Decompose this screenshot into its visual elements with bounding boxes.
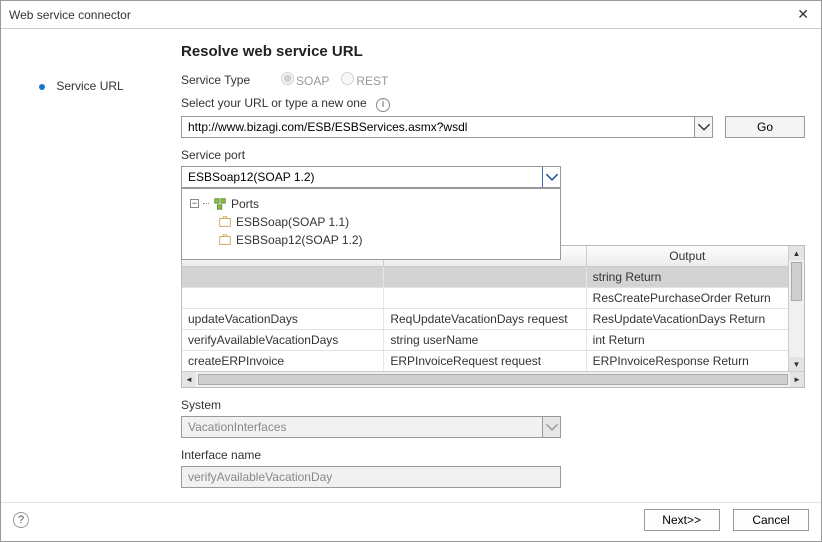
port-dropdown[interactable]: − Ports ESBSoap(SOAP 1.1) ESBSoap12(SOAP… bbox=[181, 188, 561, 260]
table-body: string Return ResCreatePurchaseOrder Ret… bbox=[182, 267, 788, 371]
url-combo[interactable] bbox=[181, 116, 713, 138]
radio-rest[interactable]: REST bbox=[341, 72, 388, 88]
main-area: Service URL Resolve web service URL Serv… bbox=[1, 29, 821, 502]
cell bbox=[182, 267, 384, 287]
url-row: Go bbox=[181, 116, 805, 138]
scroll-thumb[interactable] bbox=[791, 262, 802, 301]
cell: ERPInvoiceRequest request bbox=[384, 351, 586, 371]
footer-buttons: Next>> Cancel bbox=[634, 509, 809, 531]
cell bbox=[182, 288, 384, 308]
table-row[interactable]: ResCreatePurchaseOrder Return bbox=[182, 288, 788, 309]
table-row[interactable]: createERPInvoice ERPInvoiceRequest reque… bbox=[182, 351, 788, 371]
radio-soap[interactable]: SOAP bbox=[281, 72, 329, 88]
cell: int Return bbox=[587, 330, 788, 350]
title-bar: Web service connector ✕ bbox=[1, 1, 821, 29]
system-combo[interactable] bbox=[181, 416, 561, 438]
footer: ? Next>> Cancel bbox=[1, 502, 821, 541]
window-title: Web service connector bbox=[9, 8, 131, 22]
scroll-up-icon[interactable]: ▲ bbox=[789, 246, 804, 260]
chevron-down-icon[interactable] bbox=[694, 117, 712, 137]
scroll-track[interactable] bbox=[196, 372, 790, 387]
tree-item[interactable]: ESBSoap(SOAP 1.1) bbox=[188, 213, 554, 231]
port-wrap: − Ports ESBSoap(SOAP 1.1) ESBSoap12(SOAP… bbox=[181, 166, 805, 188]
close-icon[interactable]: ✕ bbox=[793, 6, 813, 23]
port-combo[interactable] bbox=[181, 166, 561, 188]
cell: createERPInvoice bbox=[182, 351, 384, 371]
table-row[interactable]: verifyAvailableVacationDays string userN… bbox=[182, 330, 788, 351]
content-panel: Resolve web service URL Service Type SOA… bbox=[181, 37, 811, 498]
info-icon[interactable]: i bbox=[376, 98, 390, 112]
port-icon bbox=[218, 215, 232, 229]
tree-item-label: ESBSoap(SOAP 1.1) bbox=[236, 215, 349, 229]
cancel-button[interactable]: Cancel bbox=[733, 509, 809, 531]
chevron-down-icon[interactable] bbox=[542, 167, 560, 187]
col-header-output[interactable]: Output bbox=[587, 246, 788, 266]
interface-input-wrap bbox=[181, 466, 561, 488]
cell: verifyAvailableVacationDays bbox=[182, 330, 384, 350]
url-label-row: Select your URL or type a new one i bbox=[181, 96, 805, 112]
vertical-scrollbar[interactable]: ▲ ▼ bbox=[788, 246, 804, 371]
cell: ERPInvoiceResponse Return bbox=[587, 351, 788, 371]
radio-soap-label: SOAP bbox=[296, 74, 329, 88]
port-label: Service port bbox=[181, 148, 805, 162]
section-title: Resolve web service URL bbox=[181, 43, 805, 60]
service-type-label: Service Type bbox=[181, 73, 281, 87]
cell bbox=[384, 267, 586, 287]
horizontal-scrollbar[interactable]: ◄ ► bbox=[182, 371, 804, 387]
service-type-row: Service Type SOAP REST bbox=[181, 72, 805, 88]
cell: string Return bbox=[587, 267, 788, 287]
interface-label: Interface name bbox=[181, 448, 805, 462]
ports-icon bbox=[213, 197, 227, 211]
operations-table: Output string Return ResCreatePurchaseOr… bbox=[181, 245, 805, 388]
service-type-radios: SOAP REST bbox=[281, 72, 388, 88]
port-input[interactable] bbox=[182, 167, 542, 187]
cell: ReqUpdateVacationDays request bbox=[384, 309, 586, 329]
tree-root-label: Ports bbox=[231, 197, 259, 211]
next-button[interactable]: Next>> bbox=[644, 509, 720, 531]
tree-item-label: ESBSoap12(SOAP 1.2) bbox=[236, 233, 363, 247]
help-icon[interactable]: ? bbox=[13, 512, 29, 528]
tree-item[interactable]: ESBSoap12(SOAP 1.2) bbox=[188, 231, 554, 249]
cell: ResCreatePurchaseOrder Return bbox=[587, 288, 788, 308]
scroll-right-icon[interactable]: ► bbox=[790, 372, 804, 387]
chevron-down-icon[interactable] bbox=[542, 417, 560, 437]
table-row[interactable]: string Return bbox=[182, 267, 788, 288]
interface-field: Interface name bbox=[181, 448, 805, 488]
port-icon bbox=[218, 233, 232, 247]
cell: string userName bbox=[384, 330, 586, 350]
system-label: System bbox=[181, 398, 805, 412]
collapse-icon[interactable]: − bbox=[190, 199, 199, 208]
cell: updateVacationDays bbox=[182, 309, 384, 329]
scroll-left-icon[interactable]: ◄ bbox=[182, 372, 196, 387]
go-button[interactable]: Go bbox=[725, 116, 805, 138]
system-input[interactable] bbox=[182, 417, 542, 437]
table-row[interactable]: updateVacationDays ReqUpdateVacationDays… bbox=[182, 309, 788, 330]
bullet-icon bbox=[39, 84, 45, 90]
scroll-track[interactable] bbox=[789, 260, 804, 357]
url-input[interactable] bbox=[182, 117, 694, 137]
cell: ResUpdateVacationDays Return bbox=[587, 309, 788, 329]
tree-root[interactable]: − Ports bbox=[188, 195, 554, 213]
radio-rest-label: REST bbox=[356, 74, 388, 88]
scroll-thumb[interactable] bbox=[198, 374, 788, 385]
interface-input[interactable] bbox=[182, 467, 560, 487]
cell bbox=[384, 288, 586, 308]
scroll-down-icon[interactable]: ▼ bbox=[789, 357, 804, 371]
nav-item-label: Service URL bbox=[56, 79, 123, 93]
system-field: System bbox=[181, 398, 805, 438]
nav-item-service-url[interactable]: Service URL bbox=[39, 79, 181, 93]
left-nav: Service URL bbox=[11, 37, 181, 498]
url-label: Select your URL or type a new one bbox=[181, 96, 367, 110]
